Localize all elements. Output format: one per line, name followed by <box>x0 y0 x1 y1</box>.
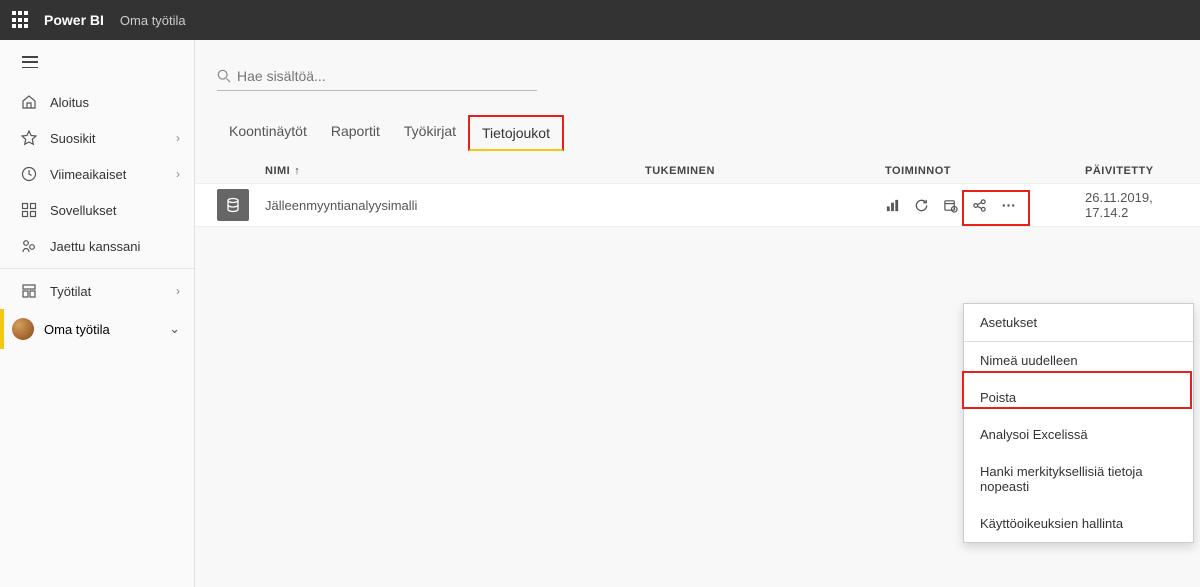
sidebar-item-workspaces[interactable]: Työtilat › <box>0 273 194 309</box>
sidebar-item-label: Suosikit <box>50 131 176 146</box>
menu-item-settings[interactable]: Asetukset <box>964 304 1193 341</box>
table-row[interactable]: Jälleenmyyntianalyysimalli <box>195 183 1200 227</box>
chevron-down-icon: ⌄ <box>169 321 180 337</box>
dataset-icon <box>217 189 249 221</box>
sidebar-item-label: Jaettu kanssani <box>50 239 180 254</box>
sidebar-item-my-workspace[interactable]: Oma työtila ⌄ <box>0 309 194 349</box>
sidebar: Aloitus Suosikit › Viimeaikaiset › Sovel… <box>0 40 195 587</box>
row-name: Jälleenmyyntianalyysimalli <box>265 198 645 213</box>
row-actions <box>885 198 1085 213</box>
menu-item-delete[interactable]: Poista <box>964 379 1193 416</box>
sidebar-item-apps[interactable]: Sovellukset <box>0 192 194 228</box>
menu-item-permissions[interactable]: Käyttöoikeuksien hallinta <box>964 505 1193 542</box>
more-icon[interactable] <box>1001 198 1016 213</box>
chart-icon[interactable] <box>885 198 900 213</box>
collapse-button[interactable] <box>0 40 194 84</box>
context-menu: Asetukset Nimeä uudelleen Poista Analyso… <box>963 303 1194 543</box>
column-name[interactable]: NIMI ↑ <box>265 165 645 177</box>
column-support[interactable]: TUKEMINEN <box>645 165 885 177</box>
search-input[interactable] <box>237 64 537 88</box>
tab-dashboards[interactable]: Koontinäytöt <box>217 115 319 151</box>
refresh-icon[interactable] <box>914 198 929 213</box>
menu-item-quick-insights[interactable]: Hanki merkityksellisiä tietoja nopeasti <box>964 453 1193 505</box>
schedule-icon[interactable] <box>943 198 958 213</box>
clock-icon <box>20 166 38 182</box>
sidebar-item-favorites[interactable]: Suosikit › <box>0 120 194 156</box>
chevron-right-icon: › <box>176 284 180 298</box>
app-launcher-icon[interactable] <box>12 11 30 29</box>
top-bar: Power BI Oma työtila <box>0 0 1200 40</box>
chevron-right-icon: › <box>176 167 180 181</box>
chevron-right-icon: › <box>176 131 180 145</box>
main-content: Koontinäytöt Raportit Työkirjat Tietojou… <box>195 40 1200 587</box>
column-actions: TOIMINNOT <box>885 165 1085 177</box>
column-headers: NIMI ↑ TUKEMINEN TOIMINNOT PÄIVITETTY <box>195 151 1200 183</box>
sidebar-item-home[interactable]: Aloitus <box>0 84 194 120</box>
column-updated[interactable]: PÄIVITETTY <box>1085 165 1178 177</box>
sidebar-item-label: Viimeaikaiset <box>50 167 176 182</box>
star-icon <box>20 130 38 146</box>
menu-item-rename[interactable]: Nimeä uudelleen <box>964 342 1193 379</box>
menu-item-analyze-excel[interactable]: Analysoi Excelissä <box>964 416 1193 453</box>
search-icon <box>217 69 231 83</box>
sort-arrow-icon: ↑ <box>294 165 300 177</box>
apps-icon <box>20 202 38 218</box>
avatar <box>12 318 34 340</box>
row-updated: 26.11.2019, 17.14.2 <box>1085 190 1178 220</box>
workspace-label: Oma työtila <box>120 13 186 28</box>
sidebar-item-label: Sovellukset <box>50 203 180 218</box>
workspaces-icon <box>20 283 38 299</box>
home-icon <box>20 94 38 110</box>
related-icon[interactable] <box>972 198 987 213</box>
sidebar-item-shared[interactable]: Jaettu kanssani <box>0 228 194 264</box>
sidebar-item-label: Aloitus <box>50 95 180 110</box>
brand-label: Power BI <box>44 12 104 28</box>
tabs: Koontinäytöt Raportit Työkirjat Tietojou… <box>195 101 1200 151</box>
sidebar-item-recent[interactable]: Viimeaikaiset › <box>0 156 194 192</box>
tab-workbooks[interactable]: Työkirjat <box>392 115 468 151</box>
divider <box>0 268 194 269</box>
sidebar-item-label: Oma työtila <box>44 322 169 337</box>
sidebar-item-label: Työtilat <box>50 284 176 299</box>
search-box[interactable] <box>217 64 537 91</box>
tab-datasets[interactable]: Tietojoukot <box>468 115 564 151</box>
share-icon <box>20 238 38 254</box>
tab-reports[interactable]: Raportit <box>319 115 392 151</box>
